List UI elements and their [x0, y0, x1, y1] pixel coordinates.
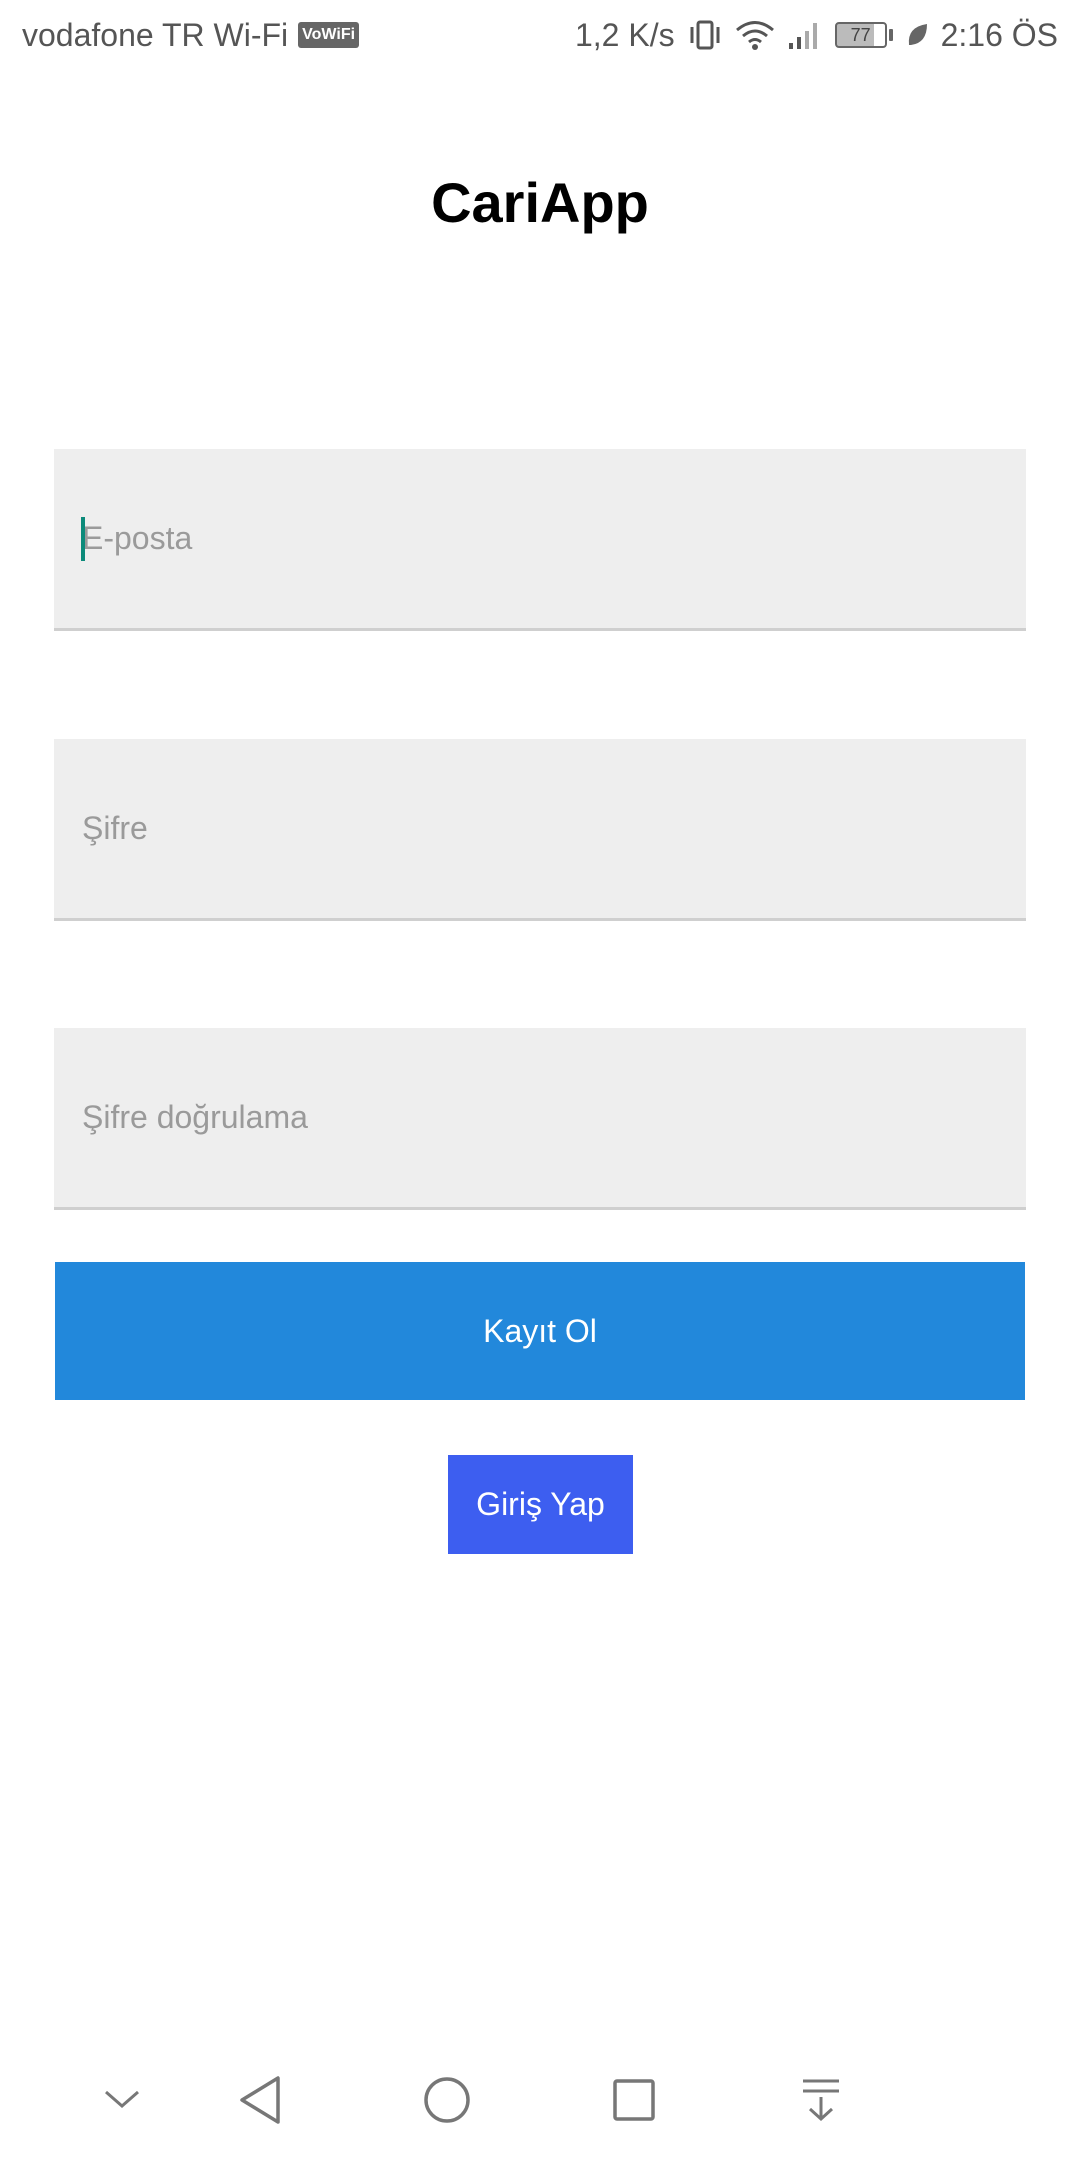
navigation-bar — [0, 2040, 1080, 2160]
vowifi-badge: VoWiFi — [298, 22, 360, 48]
text-cursor — [81, 516, 85, 561]
app-title: CariApp — [431, 171, 649, 234]
home-icon[interactable] — [412, 2065, 482, 2135]
status-bar: vodafone TR Wi-Fi VoWiFi 1,2 K/s 77 2:16… — [0, 0, 1080, 70]
recents-icon[interactable] — [599, 2065, 669, 2135]
back-icon[interactable] — [225, 2065, 295, 2135]
status-left: vodafone TR Wi-Fi VoWiFi — [22, 16, 360, 54]
notification-pull-icon[interactable] — [786, 2065, 856, 2135]
signal-icon — [787, 19, 823, 51]
network-speed: 1,2 K/s — [574, 16, 675, 53]
chevron-down-icon[interactable] — [87, 2065, 157, 2135]
email-placeholder: E-posta — [82, 520, 193, 556]
vibrate-icon — [687, 18, 723, 52]
leaf-icon — [905, 21, 929, 49]
battery-tip — [888, 29, 893, 41]
email-field[interactable]: E-posta — [54, 449, 1026, 631]
clock: 2:16 ÖS — [940, 16, 1058, 53]
battery-icon: 77 — [834, 22, 893, 48]
battery-level: 77 — [834, 22, 887, 48]
login-button[interactable]: Giriş Yap — [448, 1455, 633, 1554]
password-confirm-placeholder: Şifre doğrulama — [82, 1099, 308, 1135]
wifi-icon — [735, 19, 775, 51]
password-confirm-field[interactable]: Şifre doğrulama — [54, 1028, 1026, 1210]
password-field[interactable]: Şifre — [54, 739, 1026, 921]
status-right: 1,2 K/s 77 2:16 ÖS — [575, 17, 1058, 54]
carrier-label: vodafone TR Wi-Fi — [22, 16, 289, 53]
register-button[interactable]: Kayıt Ol — [55, 1262, 1025, 1400]
password-placeholder: Şifre — [82, 810, 148, 846]
